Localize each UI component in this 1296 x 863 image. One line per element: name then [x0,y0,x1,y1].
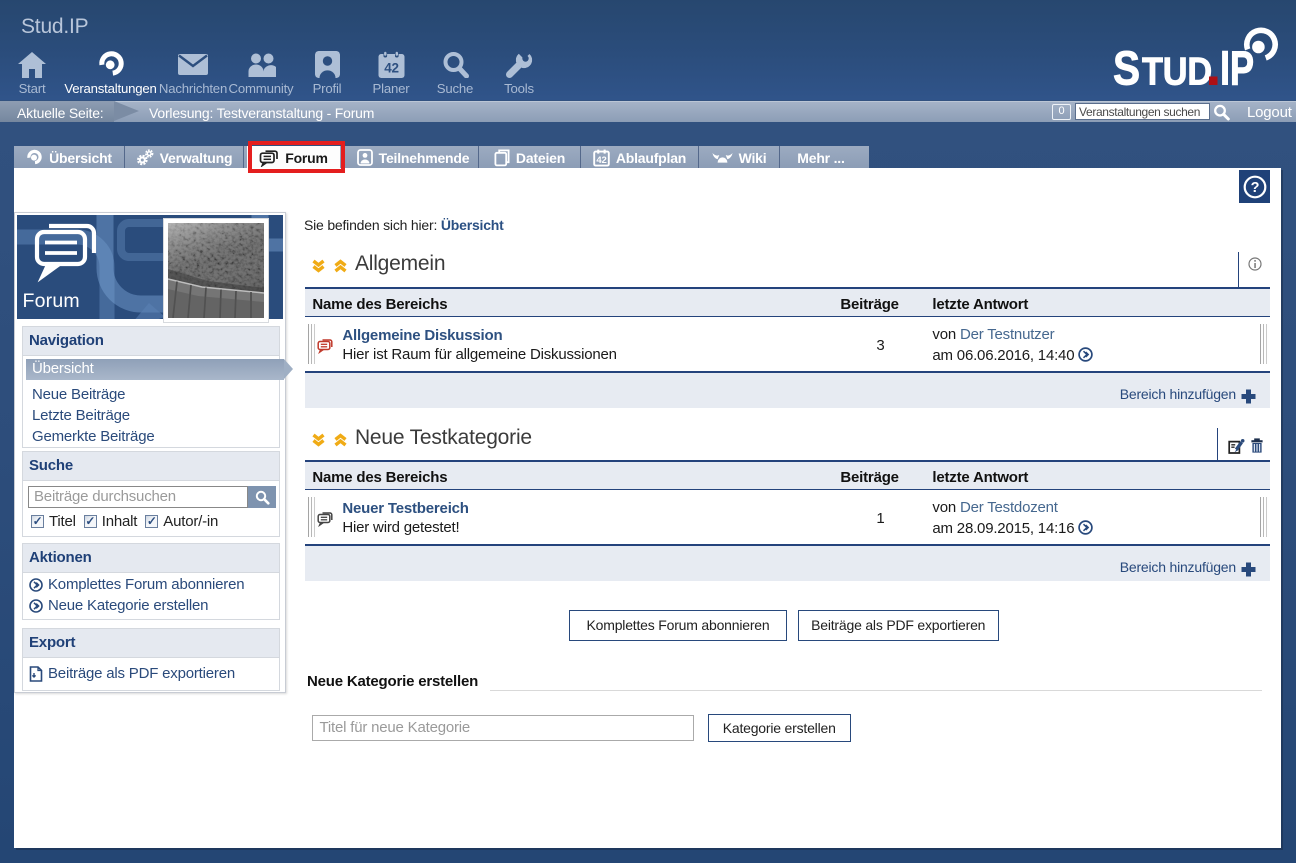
svg-text:S: S [1113,43,1140,91]
svg-text:IP: IP [1220,43,1254,91]
svg-text:TUD: TUD [1142,51,1212,91]
svg-text:42: 42 [596,154,606,165]
